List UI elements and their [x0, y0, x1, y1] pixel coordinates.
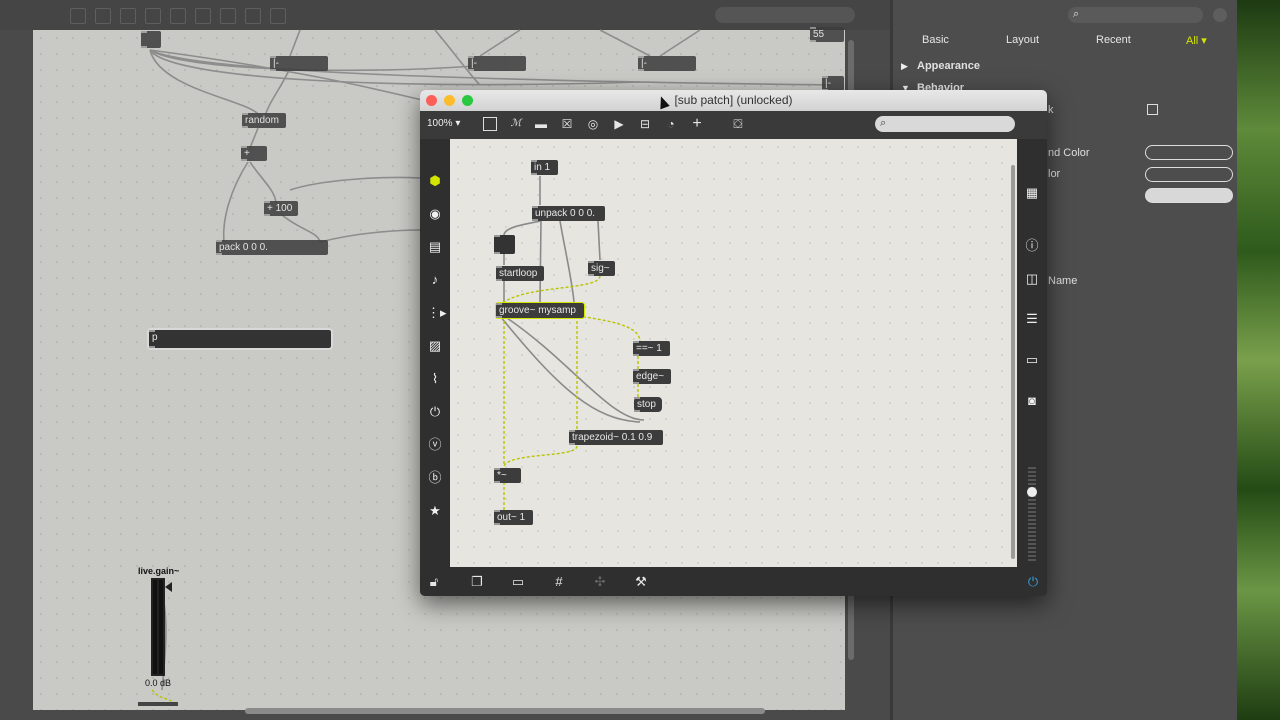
object-label: + 100 [267, 203, 293, 214]
plus-object[interactable]: + [241, 146, 267, 161]
main-message-box[interactable]: |- [822, 76, 844, 91]
trapezoid-object[interactable]: trapezoid~ 0.1 0.9 [569, 430, 663, 445]
object-label: startloop [499, 268, 538, 279]
disclosure-triangle-icon[interactable]: ▶ [901, 61, 908, 72]
plus-100-object[interactable]: + 100 [264, 201, 298, 216]
number-box-55[interactable]: 55 [810, 27, 844, 42]
tab-recent[interactable]: Recent [1096, 34, 1131, 46]
inspector-search-field[interactable] [1068, 7, 1203, 23]
equals-object[interactable]: ==~ 1 [633, 341, 670, 356]
startloop-message[interactable]: startloop [496, 266, 544, 281]
bang-button[interactable] [494, 235, 515, 254]
tab-all[interactable]: All ▾ [1186, 34, 1207, 47]
main-message-box[interactable]: |- [468, 56, 526, 71]
inspector-row-label: k [1048, 104, 1054, 116]
meter-left [153, 580, 157, 674]
random-object[interactable]: random [242, 113, 286, 128]
inspector-row-label: lor [1048, 168, 1061, 180]
main-button-object[interactable] [141, 31, 161, 48]
search-icon: ⌕ [1073, 8, 1080, 20]
number-value: 55 [813, 29, 825, 40]
groove-object[interactable]: groove~ mysamp [495, 302, 585, 319]
out-1-object[interactable]: out~ 1 [494, 510, 533, 525]
object-label: unpack 0 0 0. [535, 208, 596, 219]
object-label: ==~ 1 [636, 343, 662, 354]
object-label: edge~ [636, 371, 665, 382]
clear-search-icon[interactable] [1213, 8, 1227, 22]
object-label: out~ 1 [497, 512, 526, 523]
message-label: |- [471, 58, 477, 69]
multiply-signal-object[interactable]: *~ [494, 468, 521, 483]
object-label: groove~ mysamp [499, 305, 576, 316]
inspector-tabs: Basic Layout Recent All ▾ [893, 34, 1237, 54]
live-gain-outlet-bar [138, 702, 178, 706]
main-message-box[interactable]: |- [270, 56, 328, 71]
sig-object[interactable]: sig~ [588, 261, 615, 276]
pack-object[interactable]: pack 0 0 0. [216, 240, 328, 255]
main-message-box[interactable]: |- [638, 56, 696, 71]
stop-message[interactable]: stop [634, 397, 662, 412]
tab-layout[interactable]: Layout [1006, 34, 1039, 46]
object-label: p [152, 332, 158, 343]
tab-basic[interactable]: Basic [922, 34, 949, 46]
color-swatch[interactable] [1145, 145, 1233, 160]
object-label: pack 0 0 0. [219, 242, 268, 253]
object-label: random [245, 115, 279, 126]
unpack-object[interactable]: unpack 0 0 0. [532, 206, 605, 221]
object-label: *~ [497, 470, 507, 481]
background-foliage [1236, 0, 1280, 720]
in-1-object[interactable]: in 1 [531, 160, 558, 175]
subpatch-window: [sub patch] (unlocked) 100% ▾ ℳ ▬ ☒ ◎ ▶ … [420, 90, 1047, 596]
object-label: trapezoid~ 0.1 0.9 [572, 432, 653, 443]
gain-db-value: 0.0 dB [145, 678, 172, 688]
meter-right [159, 580, 163, 674]
p-subpatch-object[interactable]: p [147, 328, 333, 350]
message-label: |- [641, 58, 647, 69]
appearance-section-header[interactable]: Appearance [917, 60, 980, 72]
message-label: |- [273, 58, 279, 69]
inspector-row-label: nd Color [1048, 147, 1090, 159]
object-label: + [244, 148, 250, 159]
object-label: in 1 [534, 162, 551, 173]
object-label: stop [637, 399, 656, 410]
checkbox[interactable] [1147, 104, 1158, 115]
color-swatch[interactable] [1145, 167, 1233, 182]
color-swatch[interactable] [1145, 188, 1233, 203]
object-label: sig~ [591, 263, 610, 274]
live-gain-label: live.gain~ [138, 566, 180, 576]
gain-pointer-icon[interactable] [165, 582, 172, 592]
inspector-row-label: Name [1048, 275, 1078, 287]
live-gain-slider[interactable] [151, 578, 165, 676]
inspector-title-ghost [901, 8, 1061, 22]
message-label: |- [825, 78, 831, 89]
edge-object[interactable]: edge~ [633, 369, 671, 384]
